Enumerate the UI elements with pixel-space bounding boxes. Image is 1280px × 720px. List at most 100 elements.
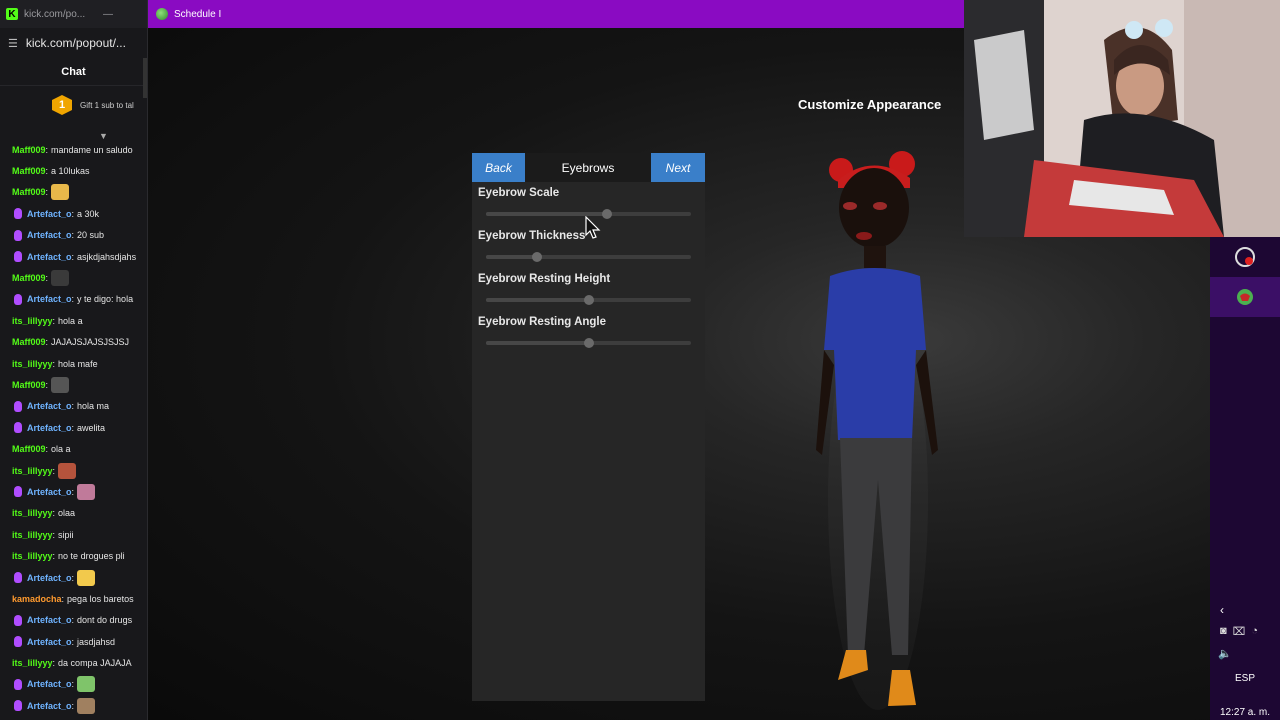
chat-message: its_lillyyy: hola a	[0, 310, 147, 331]
chat-message: Artefact_o:	[0, 481, 147, 502]
volume-icon[interactable]: 🔈	[1218, 647, 1232, 660]
chat-separator: :	[52, 658, 56, 669]
chat-username[interactable]: its_lillyyy	[12, 466, 53, 476]
chat-message: Maff009: ola a	[0, 438, 147, 459]
obs-icon	[1235, 247, 1255, 267]
chat-scrollbar[interactable]	[143, 58, 147, 98]
chat-username[interactable]: its_lillyyy	[12, 530, 53, 540]
slider-fill	[486, 298, 589, 302]
eyebrow-resting-angle-slider[interactable]	[486, 338, 691, 348]
mic-badge-icon	[14, 700, 22, 712]
slider-thumb[interactable]	[601, 209, 612, 219]
chat-username[interactable]: Artefact_o	[27, 209, 72, 219]
chat-username[interactable]: Artefact_o	[27, 637, 72, 647]
slider-thumb[interactable]	[583, 295, 594, 305]
taskbar-game-app[interactable]	[1210, 277, 1280, 317]
chat-message-text: 20 sub	[77, 230, 105, 241]
minimize-button[interactable]: —	[103, 9, 113, 20]
network-icon[interactable]: ⌧	[1233, 625, 1246, 638]
chat-username[interactable]: Artefact_o	[27, 252, 72, 262]
slider-thumb[interactable]	[532, 252, 543, 262]
chat-username[interactable]: Artefact_o	[27, 230, 72, 240]
chat-header: Chat	[0, 58, 147, 86]
slider-thumb[interactable]	[583, 338, 594, 348]
character-preview[interactable]	[808, 150, 948, 710]
chat-username[interactable]: Maff009	[12, 337, 46, 347]
chat-message-text: asjkdjahsdjahs	[77, 251, 137, 262]
chat-message: Artefact_o:20 sub	[0, 225, 147, 246]
chat-message-text: jasdjahsd	[77, 636, 116, 647]
wifi-icon[interactable]: ◔	[1251, 625, 1258, 638]
mic-badge-icon	[14, 229, 22, 241]
chat-username[interactable]: Artefact_o	[27, 615, 72, 625]
chat-message-list: Maff009: mandame un saludo Maff009: a 10luk…	[0, 139, 147, 717]
next-button[interactable]: Next	[651, 153, 705, 182]
chat-separator: :	[61, 593, 65, 604]
chat-username[interactable]: Artefact_o	[27, 401, 72, 411]
chat-separator: :	[71, 636, 75, 647]
chat-message: Artefact_o: a 30k	[0, 203, 147, 224]
chat-username[interactable]: Maff009	[12, 444, 46, 454]
chat-username[interactable]: Artefact_o	[27, 423, 72, 433]
gift-sub-banner[interactable]: 1 Gift 1 sub to tal	[0, 86, 147, 124]
chat-username[interactable]: Artefact_o	[27, 679, 72, 689]
camera-icon[interactable]: ◙	[1220, 625, 1227, 638]
chat-username[interactable]: Artefact_o	[27, 573, 72, 583]
mouse-cursor-icon	[585, 216, 601, 239]
eyebrow-thickness-slider[interactable]	[486, 252, 691, 262]
chat-message: Maff009: JAJAJSJAJSJSJSJ	[0, 332, 147, 353]
chat-username[interactable]: Maff009	[12, 145, 46, 155]
gift-sub-text[interactable]: Gift 1 sub to tal	[80, 101, 134, 110]
taskbar-clock[interactable]: 12:27 a. m.	[1210, 707, 1280, 718]
chat-message: its_lillyyy: da compa JAJAJA	[0, 652, 147, 673]
chat-username[interactable]: its_lillyyy	[12, 508, 53, 518]
chat-username[interactable]: Maff009	[12, 187, 46, 197]
mic-badge-icon	[14, 422, 22, 434]
mic-badge-icon	[14, 678, 22, 690]
chat-message-text: sipii	[58, 529, 74, 540]
chat-username[interactable]: its_lillyyy	[12, 316, 53, 326]
customize-appearance-title: Customize Appearance	[798, 97, 942, 112]
back-button[interactable]: Back	[472, 153, 525, 182]
chat-separator: :	[71, 208, 75, 219]
chat-username[interactable]: its_lillyyy	[12, 658, 53, 668]
emote-icon	[51, 270, 70, 287]
chat-urlbar[interactable]: ☰ kick.com/popout/...	[0, 28, 147, 58]
chat-message: Maff009: mandame un saludo	[0, 139, 147, 160]
chat-username[interactable]: Maff009	[12, 380, 46, 390]
chat-window: K kick.com/po... — ☰ kick.com/popout/...…	[0, 0, 148, 720]
kick-logo-icon: K	[6, 8, 18, 20]
eyebrow-resting-height-slider[interactable]	[486, 295, 691, 305]
chat-separator: :	[52, 358, 56, 369]
chat-message: Artefact_o:	[0, 695, 147, 716]
site-settings-icon[interactable]: ☰	[8, 37, 18, 50]
system-tray[interactable]: ◙ ⌧ ◔	[1220, 625, 1258, 638]
chat-separator: :	[45, 273, 49, 284]
chat-separator: :	[45, 379, 49, 390]
emote-icon	[77, 676, 96, 693]
game-icon	[156, 8, 168, 20]
chat-username[interactable]: Artefact_o	[27, 487, 72, 497]
language-indicator[interactable]: ESP	[1210, 673, 1280, 684]
chat-username[interactable]: Artefact_o	[27, 701, 72, 711]
chat-url[interactable]: kick.com/popout/...	[26, 36, 126, 50]
chat-username[interactable]: Maff009	[12, 166, 46, 176]
chat-separator: :	[71, 422, 75, 433]
chat-message: Artefact_o: hola ma	[0, 396, 147, 417]
chat-username[interactable]: its_lillyyy	[12, 551, 53, 561]
emote-icon	[77, 569, 96, 586]
screen: K kick.com/po... — ☰ kick.com/popout/...…	[0, 0, 1280, 720]
chat-username[interactable]: its_lillyyy	[12, 359, 53, 369]
chat-separator: :	[52, 465, 56, 476]
slider-fill	[486, 341, 589, 345]
chat-message-text: olaa	[58, 508, 76, 519]
chat-username[interactable]: kamadocha	[12, 594, 62, 604]
chat-separator: :	[52, 551, 56, 562]
chat-message: its_lillyyy: no te drogues pli	[0, 545, 147, 566]
chat-username[interactable]: Artefact_o	[27, 294, 72, 304]
chat-username[interactable]: Maff009	[12, 273, 46, 283]
taskbar-obs-app[interactable]	[1210, 237, 1280, 277]
chat-separator: :	[45, 166, 49, 177]
chevron-left-icon[interactable]: ‹	[1220, 603, 1224, 617]
chat-separator: :	[71, 251, 75, 262]
